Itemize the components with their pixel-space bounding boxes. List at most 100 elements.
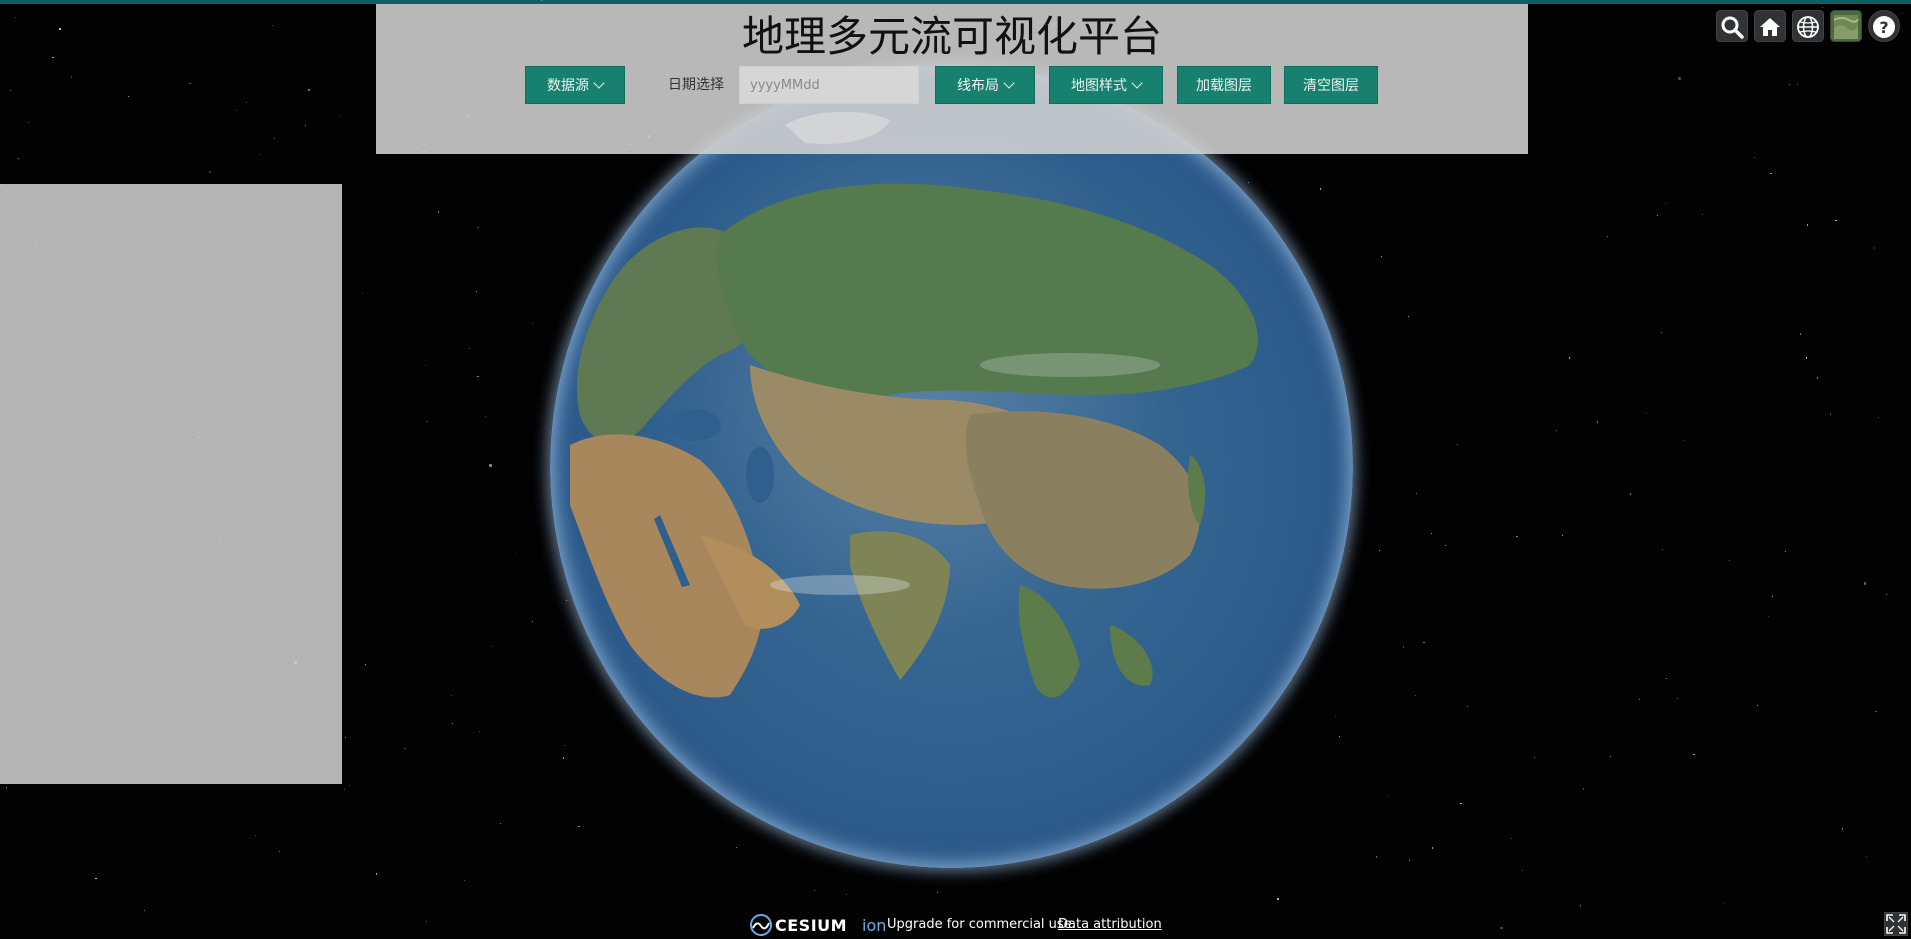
star — [274, 137, 276, 139]
imagery-layer-icon — [1833, 15, 1859, 39]
star — [475, 291, 477, 293]
star — [95, 878, 97, 880]
help-icon: ? — [1873, 16, 1895, 38]
star — [1579, 905, 1581, 907]
load-layer-button[interactable]: 加载图层 — [1177, 66, 1271, 104]
base-layer-picker[interactable] — [1830, 10, 1862, 42]
star — [1456, 443, 1459, 446]
star — [1656, 214, 1658, 217]
star — [500, 822, 502, 825]
search-icon — [1721, 16, 1744, 39]
star — [1432, 847, 1434, 849]
star — [1902, 13, 1904, 15]
star — [1873, 247, 1876, 249]
star — [348, 785, 351, 787]
star — [1676, 698, 1679, 700]
star — [404, 747, 406, 750]
star — [1597, 421, 1599, 423]
star — [338, 116, 340, 118]
star — [516, 552, 518, 554]
globe-icon — [1797, 16, 1819, 38]
star — [307, 88, 311, 92]
star — [1842, 828, 1844, 830]
star — [1729, 560, 1731, 562]
earth-globe[interactable] — [550, 65, 1353, 868]
star — [1467, 705, 1469, 707]
ion-logo-text: ion — [862, 916, 887, 935]
star — [937, 892, 939, 894]
page-title: 地理多元流可视化平台 — [741, 12, 1162, 61]
star — [1500, 926, 1503, 930]
upgrade-message: Upgrade for commercial use. — [887, 917, 1076, 932]
geocoder-button[interactable] — [1716, 10, 1748, 42]
line-layout-dropdown[interactable]: 线布局 — [935, 66, 1035, 104]
map-style-dropdown[interactable]: 地图样式 — [1049, 66, 1163, 104]
star — [1822, 6, 1824, 8]
star — [469, 347, 471, 349]
star — [127, 95, 130, 97]
chevron-down-icon — [593, 77, 605, 89]
star — [1511, 837, 1513, 840]
star — [52, 56, 54, 58]
star — [1817, 377, 1819, 379]
home-button[interactable] — [1754, 10, 1786, 42]
star — [451, 722, 453, 725]
star — [1799, 333, 1802, 335]
star — [1678, 77, 1681, 80]
star — [478, 730, 480, 732]
star — [1664, 202, 1667, 204]
date-input[interactable] — [739, 66, 919, 104]
star — [71, 76, 73, 78]
home-icon — [1760, 18, 1780, 36]
star — [143, 909, 145, 911]
star — [17, 157, 19, 160]
star — [27, 121, 30, 123]
data-attribution-link[interactable]: Data attribution — [1058, 917, 1162, 932]
cesium-viewer[interactable]: 地理多元流可视化平台 数据源 日期选择 线布局 地图样式 加载图层 清空图层 — [0, 0, 1911, 939]
star — [1645, 412, 1647, 414]
star — [271, 24, 273, 26]
star — [1785, 551, 1787, 553]
star — [1805, 357, 1808, 359]
star — [1661, 549, 1663, 551]
star — [1561, 534, 1563, 537]
star — [1770, 172, 1772, 174]
side-panel — [0, 184, 342, 784]
star — [1723, 902, 1725, 905]
star — [343, 789, 345, 791]
star — [375, 873, 377, 875]
star — [278, 850, 281, 852]
star — [1277, 898, 1279, 900]
star — [484, 416, 487, 418]
fullscreen-button[interactable] — [1884, 912, 1908, 936]
navigation-help-button[interactable]: ? — [1868, 10, 1900, 42]
star — [1630, 493, 1632, 495]
star — [813, 890, 815, 892]
data-source-dropdown[interactable]: 数据源 — [525, 66, 625, 104]
star — [1796, 83, 1798, 85]
svg-text:?: ? — [1879, 18, 1888, 37]
date-label: 日期选择 — [668, 77, 724, 93]
star — [1534, 757, 1536, 759]
cesium-logo-text: CESIUM — [775, 916, 848, 935]
star — [1415, 493, 1417, 495]
star — [1516, 535, 1518, 537]
star — [1865, 856, 1867, 858]
star — [540, 0, 542, 2]
star — [1582, 788, 1584, 790]
star — [1877, 416, 1879, 418]
chevron-down-icon — [1003, 77, 1015, 89]
map-style-label: 地图样式 — [1071, 78, 1127, 94]
star — [477, 375, 479, 378]
clear-layer-button[interactable]: 清空图层 — [1284, 66, 1378, 104]
star — [492, 645, 494, 647]
star — [1379, 550, 1381, 552]
star — [1607, 235, 1609, 238]
star — [1423, 642, 1425, 644]
star — [364, 663, 366, 666]
star — [1829, 413, 1832, 415]
scene-mode-button[interactable] — [1792, 10, 1824, 42]
star — [489, 464, 492, 467]
star — [1661, 331, 1663, 333]
star — [344, 736, 346, 739]
